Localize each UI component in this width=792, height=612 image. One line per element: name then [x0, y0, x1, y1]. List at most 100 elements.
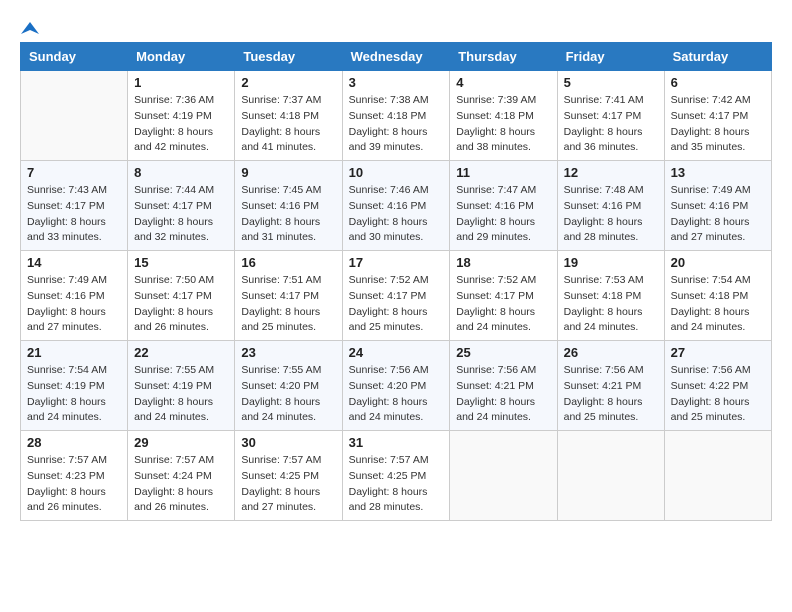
- day-number: 22: [134, 345, 228, 360]
- sunset-label: Sunset: 4:19 PM: [134, 110, 212, 122]
- day-info: Sunrise: 7:49 AM Sunset: 4:16 PM Dayligh…: [671, 183, 765, 246]
- sunrise-label: Sunrise: 7:50 AM: [134, 274, 214, 286]
- calendar-cell: 18 Sunrise: 7:52 AM Sunset: 4:17 PM Dayl…: [450, 251, 557, 341]
- day-info: Sunrise: 7:43 AM Sunset: 4:17 PM Dayligh…: [27, 183, 121, 246]
- day-header-thursday: Thursday: [450, 43, 557, 71]
- day-number: 21: [27, 345, 121, 360]
- day-info: Sunrise: 7:56 AM Sunset: 4:20 PM Dayligh…: [349, 363, 444, 426]
- calendar-cell: 10 Sunrise: 7:46 AM Sunset: 4:16 PM Dayl…: [342, 161, 450, 251]
- sunrise-label: Sunrise: 7:46 AM: [349, 184, 429, 196]
- sunset-label: Sunset: 4:18 PM: [349, 110, 427, 122]
- daylight-label: Daylight: 8 hours and 38 minutes.: [456, 126, 535, 154]
- sunset-label: Sunset: 4:19 PM: [134, 380, 212, 392]
- day-number: 10: [349, 165, 444, 180]
- sunset-label: Sunset: 4:16 PM: [241, 200, 319, 212]
- sunset-label: Sunset: 4:16 PM: [456, 200, 534, 212]
- day-info: Sunrise: 7:57 AM Sunset: 4:23 PM Dayligh…: [27, 453, 121, 516]
- daylight-label: Daylight: 8 hours and 27 minutes.: [671, 216, 750, 244]
- day-info: Sunrise: 7:36 AM Sunset: 4:19 PM Dayligh…: [134, 93, 228, 156]
- calendar-cell: 29 Sunrise: 7:57 AM Sunset: 4:24 PM Dayl…: [128, 431, 235, 521]
- sunset-label: Sunset: 4:21 PM: [456, 380, 534, 392]
- day-info: Sunrise: 7:42 AM Sunset: 4:17 PM Dayligh…: [671, 93, 765, 156]
- daylight-label: Daylight: 8 hours and 24 minutes.: [564, 306, 643, 334]
- daylight-label: Daylight: 8 hours and 24 minutes.: [456, 396, 535, 424]
- daylight-label: Daylight: 8 hours and 31 minutes.: [241, 216, 320, 244]
- day-number: 14: [27, 255, 121, 270]
- sunrise-label: Sunrise: 7:55 AM: [241, 364, 321, 376]
- day-number: 12: [564, 165, 658, 180]
- day-info: Sunrise: 7:41 AM Sunset: 4:17 PM Dayligh…: [564, 93, 658, 156]
- day-info: Sunrise: 7:47 AM Sunset: 4:16 PM Dayligh…: [456, 183, 550, 246]
- calendar-cell: 13 Sunrise: 7:49 AM Sunset: 4:16 PM Dayl…: [664, 161, 771, 251]
- day-number: 30: [241, 435, 335, 450]
- calendar-table: SundayMondayTuesdayWednesdayThursdayFrid…: [20, 42, 772, 521]
- day-number: 8: [134, 165, 228, 180]
- sunrise-label: Sunrise: 7:55 AM: [134, 364, 214, 376]
- day-number: 1: [134, 75, 228, 90]
- daylight-label: Daylight: 8 hours and 28 minutes.: [349, 486, 428, 514]
- calendar-cell: 30 Sunrise: 7:57 AM Sunset: 4:25 PM Dayl…: [235, 431, 342, 521]
- day-info: Sunrise: 7:48 AM Sunset: 4:16 PM Dayligh…: [564, 183, 658, 246]
- day-info: Sunrise: 7:56 AM Sunset: 4:21 PM Dayligh…: [456, 363, 550, 426]
- day-info: Sunrise: 7:45 AM Sunset: 4:16 PM Dayligh…: [241, 183, 335, 246]
- day-number: 28: [27, 435, 121, 450]
- calendar-cell: 25 Sunrise: 7:56 AM Sunset: 4:21 PM Dayl…: [450, 341, 557, 431]
- day-number: 5: [564, 75, 658, 90]
- sunset-label: Sunset: 4:17 PM: [134, 200, 212, 212]
- calendar-cell: 24 Sunrise: 7:56 AM Sunset: 4:20 PM Dayl…: [342, 341, 450, 431]
- day-number: 17: [349, 255, 444, 270]
- sunset-label: Sunset: 4:17 PM: [134, 290, 212, 302]
- calendar-cell: 16 Sunrise: 7:51 AM Sunset: 4:17 PM Dayl…: [235, 251, 342, 341]
- sunrise-label: Sunrise: 7:47 AM: [456, 184, 536, 196]
- day-number: 25: [456, 345, 550, 360]
- calendar-cell: 26 Sunrise: 7:56 AM Sunset: 4:21 PM Dayl…: [557, 341, 664, 431]
- calendar-cell: [21, 71, 128, 161]
- week-row-1: 1 Sunrise: 7:36 AM Sunset: 4:19 PM Dayli…: [21, 71, 772, 161]
- daylight-label: Daylight: 8 hours and 26 minutes.: [134, 306, 213, 334]
- day-info: Sunrise: 7:38 AM Sunset: 4:18 PM Dayligh…: [349, 93, 444, 156]
- day-info: Sunrise: 7:44 AM Sunset: 4:17 PM Dayligh…: [134, 183, 228, 246]
- sunrise-label: Sunrise: 7:53 AM: [564, 274, 644, 286]
- calendar-cell: 20 Sunrise: 7:54 AM Sunset: 4:18 PM Dayl…: [664, 251, 771, 341]
- calendar-cell: 23 Sunrise: 7:55 AM Sunset: 4:20 PM Dayl…: [235, 341, 342, 431]
- sunrise-label: Sunrise: 7:38 AM: [349, 94, 429, 106]
- sunrise-label: Sunrise: 7:56 AM: [671, 364, 751, 376]
- calendar-cell: [450, 431, 557, 521]
- daylight-label: Daylight: 8 hours and 32 minutes.: [134, 216, 213, 244]
- day-info: Sunrise: 7:55 AM Sunset: 4:20 PM Dayligh…: [241, 363, 335, 426]
- sunset-label: Sunset: 4:17 PM: [27, 200, 105, 212]
- days-header-row: SundayMondayTuesdayWednesdayThursdayFrid…: [21, 43, 772, 71]
- sunset-label: Sunset: 4:17 PM: [349, 290, 427, 302]
- sunrise-label: Sunrise: 7:54 AM: [671, 274, 751, 286]
- daylight-label: Daylight: 8 hours and 26 minutes.: [27, 486, 106, 514]
- sunset-label: Sunset: 4:20 PM: [241, 380, 319, 392]
- day-number: 13: [671, 165, 765, 180]
- calendar-cell: 31 Sunrise: 7:57 AM Sunset: 4:25 PM Dayl…: [342, 431, 450, 521]
- calendar-cell: 27 Sunrise: 7:56 AM Sunset: 4:22 PM Dayl…: [664, 341, 771, 431]
- daylight-label: Daylight: 8 hours and 25 minutes.: [349, 306, 428, 334]
- sunrise-label: Sunrise: 7:37 AM: [241, 94, 321, 106]
- sunrise-label: Sunrise: 7:49 AM: [27, 274, 107, 286]
- calendar-cell: 6 Sunrise: 7:42 AM Sunset: 4:17 PM Dayli…: [664, 71, 771, 161]
- sunset-label: Sunset: 4:16 PM: [27, 290, 105, 302]
- sunrise-label: Sunrise: 7:56 AM: [564, 364, 644, 376]
- sunrise-label: Sunrise: 7:44 AM: [134, 184, 214, 196]
- daylight-label: Daylight: 8 hours and 41 minutes.: [241, 126, 320, 154]
- sunrise-label: Sunrise: 7:42 AM: [671, 94, 751, 106]
- day-info: Sunrise: 7:39 AM Sunset: 4:18 PM Dayligh…: [456, 93, 550, 156]
- header: [20, 20, 772, 34]
- calendar-cell: 5 Sunrise: 7:41 AM Sunset: 4:17 PM Dayli…: [557, 71, 664, 161]
- daylight-label: Daylight: 8 hours and 24 minutes.: [349, 396, 428, 424]
- day-info: Sunrise: 7:50 AM Sunset: 4:17 PM Dayligh…: [134, 273, 228, 336]
- sunset-label: Sunset: 4:18 PM: [241, 110, 319, 122]
- calendar-cell: 15 Sunrise: 7:50 AM Sunset: 4:17 PM Dayl…: [128, 251, 235, 341]
- sunrise-label: Sunrise: 7:52 AM: [349, 274, 429, 286]
- day-number: 3: [349, 75, 444, 90]
- sunrise-label: Sunrise: 7:52 AM: [456, 274, 536, 286]
- logo-bird-icon: [21, 20, 39, 38]
- sunrise-label: Sunrise: 7:57 AM: [241, 454, 321, 466]
- sunset-label: Sunset: 4:18 PM: [564, 290, 642, 302]
- day-number: 23: [241, 345, 335, 360]
- sunset-label: Sunset: 4:17 PM: [241, 290, 319, 302]
- calendar-cell: 14 Sunrise: 7:49 AM Sunset: 4:16 PM Dayl…: [21, 251, 128, 341]
